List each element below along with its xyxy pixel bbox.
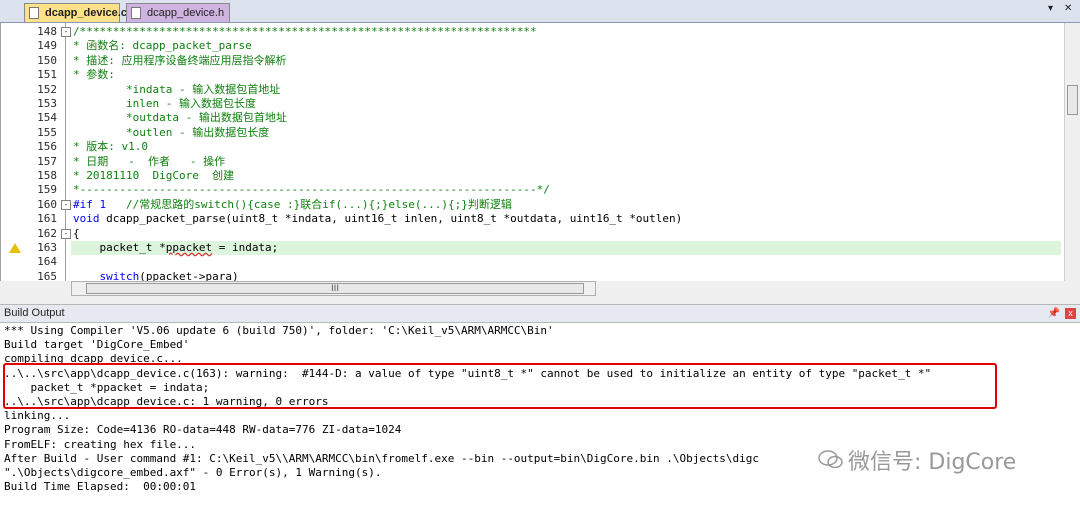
line-number: 150 (37, 53, 57, 67)
code-line[interactable]: 159 *------------------------------------… (1, 183, 1063, 197)
code-line[interactable]: 160- #if 1 //常规思路的switch(){case :}联合if(..… (1, 198, 1063, 212)
code-line[interactable]: 148-/***********************************… (1, 25, 1063, 39)
output-line: Build target 'DigCore_Embed' (4, 338, 190, 352)
line-number: 157 (37, 154, 57, 168)
code-text: * 函数名: dcapp_packet_parse (73, 39, 252, 53)
code-text: * 版本: v1.0 (73, 140, 148, 154)
fold-toggle-icon[interactable]: - (61, 199, 71, 210)
code-line[interactable]: 158 * 20181110 DigCore 创建 (1, 169, 1063, 183)
code-line[interactable]: 164 (1, 255, 1063, 269)
line-number: 156 (37, 140, 57, 154)
code-text: * 日期 - 作者 - 操作 (73, 154, 226, 168)
code-line[interactable]: 153 inlen - 输入数据包长度 (1, 97, 1063, 111)
pin-icon[interactable]: 📌 (1048, 305, 1060, 322)
code-line[interactable]: 149 * 函数名: dcapp_packet_parse (1, 39, 1063, 53)
watermark-text: 微信号: DigCore (848, 450, 1017, 475)
line-number: 152 (37, 82, 57, 96)
tab-dcapp-device-c[interactable]: dcapp_device.c (24, 3, 127, 22)
line-number: 155 (37, 125, 57, 139)
warning-icon[interactable] (9, 243, 21, 253)
build-output-panel[interactable]: *** Using Compiler 'V5.06 update 6 (buil… (0, 323, 1080, 509)
tab-label: dcapp_device.h (147, 7, 225, 19)
line-number: 160 (37, 197, 57, 211)
line-number: 154 (37, 111, 57, 125)
output-line: Build Time Elapsed: 00:00:01 (4, 480, 197, 494)
horizontal-scroll-thumb[interactable]: III (86, 283, 584, 294)
code-text: *indata - 输入数据包首地址 (73, 82, 281, 96)
code-line[interactable]: 162-{ (1, 227, 1063, 241)
fold-toggle-icon[interactable]: - (61, 27, 71, 37)
output-line: linking... (4, 409, 71, 423)
code-text: *outlen - 输出数据包长度 (73, 125, 270, 139)
code-text: void dcapp_packet_parse(uint8_t *indata,… (73, 212, 683, 226)
code-text: * 20181110 DigCore 创建 (73, 169, 235, 182)
tab-dcapp-device-h[interactable]: dcapp_device.h (126, 3, 230, 22)
line-number: 153 (37, 97, 57, 110)
line-number: 164 (37, 255, 57, 269)
code-line[interactable]: 161 void dcapp_packet_parse(uint8_t *inda… (1, 212, 1063, 226)
close-icon[interactable]: x (1065, 308, 1076, 319)
code-text: inlen - 输入数据包长度 (73, 97, 256, 110)
line-number: 159 (37, 183, 57, 197)
code-line[interactable]: 157 * 日期 - 作者 - 操作 (1, 155, 1063, 169)
line-number: 149 (37, 39, 57, 53)
code-line[interactable]: 163 packet_t *ppacket = indata; (1, 241, 1063, 256)
vertical-scrollbar[interactable] (1064, 23, 1080, 281)
code-line[interactable]: 154 *outdata - 输出数据包首地址 (1, 111, 1063, 125)
line-number: 163 (37, 241, 57, 254)
line-number: 165 (37, 269, 57, 283)
tab-label: dcapp_device.c (45, 7, 127, 19)
output-line: After Build - User command #1: C:\Keil_v… (4, 451, 759, 465)
code-text: #if 1 //常规思路的switch(){case :}联合if(...){;… (73, 197, 512, 211)
code-text: *---------------------------------------… (73, 183, 550, 197)
output-line: Program Size: Code=4136 RO-data=448 RW-d… (4, 423, 402, 437)
fold-toggle-icon[interactable]: - (61, 228, 71, 239)
horizontal-scrollbar[interactable]: III (71, 281, 596, 296)
warning-highlight-box (3, 363, 997, 409)
wechat-icon (818, 450, 843, 469)
code-text: * 参数: (73, 68, 115, 82)
code-line[interactable]: 156 * 版本: v1.0 (1, 140, 1063, 154)
line-number: 162 (37, 226, 57, 240)
file-icon (29, 7, 39, 19)
code-text: /***************************************… (73, 25, 537, 38)
tab-bar: dcapp_device.c dcapp_device.h ▾ ✕ (0, 0, 1080, 23)
line-number: 148 (37, 25, 57, 38)
output-line: FromELF: creating hex file... (4, 437, 197, 451)
code-line[interactable]: 150 * 描述: 应用程序设备终端应用层指令解析 (1, 54, 1063, 68)
code-text: packet_t *ppacket = indata; (73, 241, 279, 254)
code-editor[interactable]: 148-/***********************************… (0, 23, 1080, 296)
code-line[interactable]: 152 *indata - 输入数据包首地址 (1, 83, 1063, 97)
output-line: ".\Objects\digcore_embed.axf" - 0 Error(… (4, 466, 382, 479)
line-number: 151 (37, 68, 57, 82)
code-text: { (73, 226, 80, 240)
code-line[interactable]: 155 *outlen - 输出数据包长度 (1, 126, 1063, 140)
line-number: 161 (37, 212, 57, 226)
tab-close-icon[interactable]: ✕ (1064, 3, 1072, 14)
build-output-title: Build Output (4, 307, 65, 319)
code-line[interactable]: 151 * 参数: (1, 68, 1063, 82)
code-text: *outdata - 输出数据包首地址 (73, 111, 287, 125)
tab-dropdown-icon[interactable]: ▾ (1048, 3, 1053, 14)
file-icon (131, 7, 141, 19)
line-number: 158 (37, 169, 57, 182)
code-text: * 描述: 应用程序设备终端应用层指令解析 (73, 53, 287, 67)
build-output-titlebar: Build Output 📌 x (0, 304, 1080, 323)
output-line: *** Using Compiler 'V5.06 update 6 (buil… (4, 324, 554, 337)
vertical-scroll-thumb[interactable] (1067, 85, 1078, 115)
